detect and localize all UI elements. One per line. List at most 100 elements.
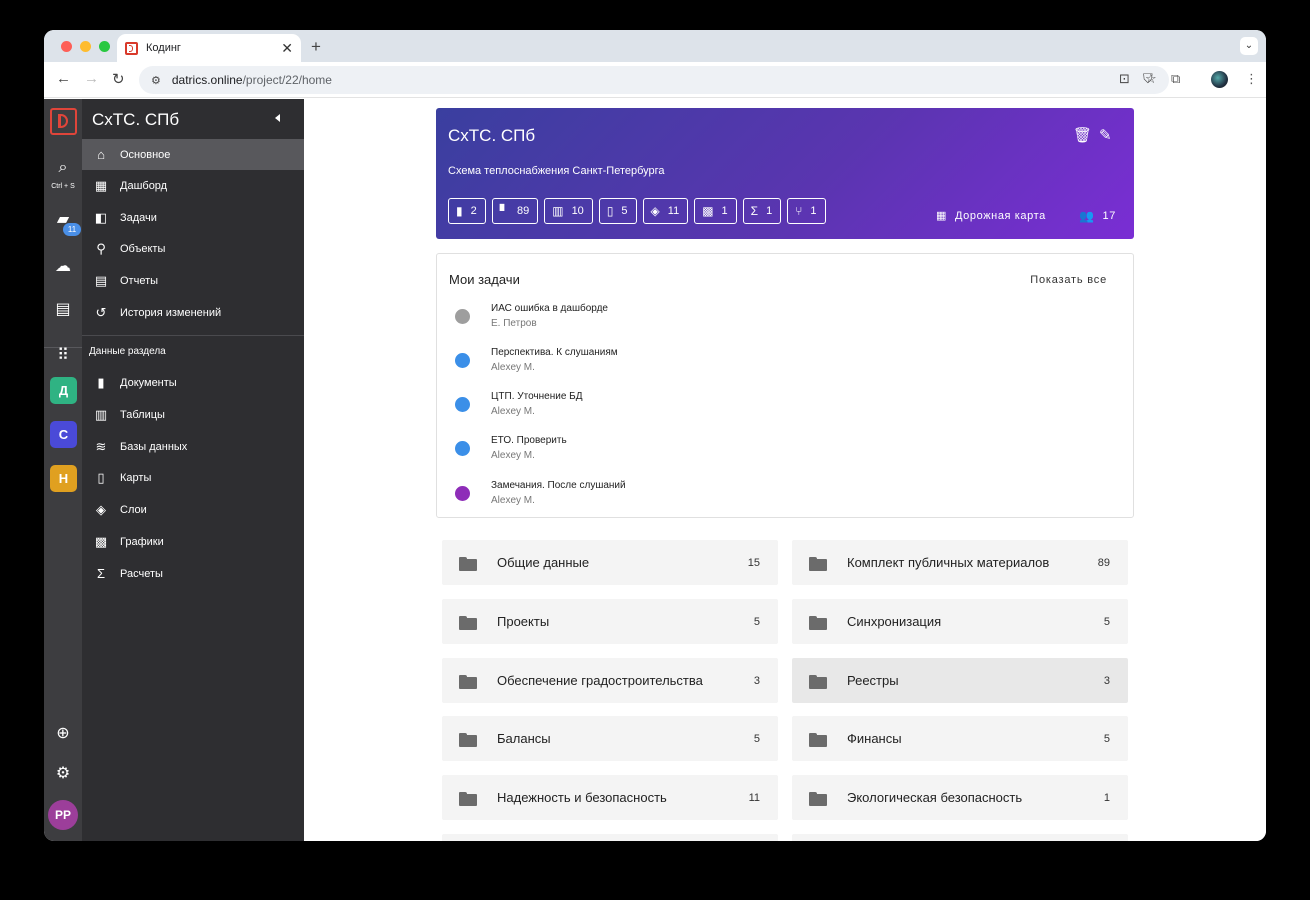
site-settings-icon[interactable]: ⚙ — [151, 74, 161, 87]
folder-card[interactable]: Реестры 3 — [792, 658, 1128, 703]
globe-icon[interactable]: ⊕ — [44, 723, 82, 743]
folder-name: Обеспечение градостроительства — [497, 673, 703, 688]
chip-count: 11 — [667, 205, 680, 217]
browser-menu-icon[interactable]: ⋮ — [1245, 71, 1258, 87]
edit-icon[interactable]: ✎ — [1099, 126, 1112, 144]
folder-card-partial[interactable] — [442, 834, 778, 841]
folder-card[interactable]: Общие данные 15 — [442, 540, 778, 585]
settings-gear-icon[interactable]: ⚙ — [44, 763, 82, 783]
maximize-window-button[interactable] — [99, 41, 110, 52]
workflows-chip[interactable]: ⑂ 1 — [787, 198, 826, 224]
folder-icon — [809, 556, 827, 571]
browser-toolbar: ← → ↻ ⚙ datrics.online/project/22/home ⊡… — [44, 62, 1266, 98]
folder-card-partial[interactable] — [792, 834, 1128, 841]
sidebar-item-documents[interactable]: ▮ Документы — [82, 367, 304, 398]
delete-icon[interactable]: 🗑 — [1073, 126, 1092, 144]
folder-card[interactable]: Экологическая безопасность 1 — [792, 775, 1128, 820]
sidebar-item-tables[interactable]: ▥ Таблицы — [82, 399, 304, 430]
apps-grid-icon[interactable]: ⠿ — [44, 345, 82, 365]
shield-extension-icon[interactable]: ⛉ — [1143, 71, 1153, 87]
main-content: СхТС. СПб 🗑 ✎ Схема теплоснабжения Санкт… — [304, 99, 1266, 841]
task-assignee: Alexey M. — [491, 406, 535, 417]
task-item[interactable]: Замечания. После слушаний Alexey M. — [437, 480, 1133, 520]
folder-card[interactable]: Синхронизация 5 — [792, 599, 1128, 644]
extensions-icon[interactable]: ⧉ — [1171, 71, 1180, 87]
new-tab-button[interactable]: + — [311, 37, 321, 57]
folder-name: Проекты — [497, 614, 550, 629]
datrics-logo[interactable] — [50, 108, 77, 135]
task-item[interactable]: ЕТО. Проверить Alexey M. — [437, 435, 1133, 475]
sidebar-item-main[interactable]: ⌂ Основное — [82, 139, 304, 170]
sidebar-item-databases[interactable]: ≋ Базы данных — [82, 431, 304, 462]
close-window-button[interactable] — [61, 41, 72, 52]
roadmap-link[interactable]: ▦ Дорожная карта — [936, 209, 1046, 223]
sidebar-item-tasks[interactable]: ◧ Задачи — [82, 202, 304, 233]
project-sidebar: СхТС. СПб ⌂ Основное ▦ Дашборд ◧ Задачи … — [82, 99, 304, 841]
sidebar-item-history[interactable]: ↺ История изменений — [82, 297, 304, 328]
project-description: Схема теплоснабжения Санкт-Петербурга — [448, 165, 665, 177]
forward-icon[interactable]: → — [84, 70, 99, 87]
folder-card[interactable]: Надежность и безопасность 11 — [442, 775, 778, 820]
profile-avatar[interactable] — [1211, 71, 1228, 88]
user-avatar[interactable]: PP — [48, 800, 78, 830]
fork-icon: ⑂ — [795, 204, 803, 218]
back-icon[interactable]: ← — [56, 70, 71, 87]
minimize-window-button[interactable] — [80, 41, 91, 52]
sidebar-item-label: Таблицы — [120, 408, 165, 421]
sidebar-item-label: Слои — [120, 503, 147, 516]
close-tab-icon[interactable]: ✕ — [281, 40, 293, 57]
task-item[interactable]: Перспектива. К слушаниям Alexey M. — [437, 347, 1133, 387]
folder-card[interactable]: Проекты 5 — [442, 599, 778, 644]
task-item[interactable]: ИАС ошибка в дашборде Е. Петров — [437, 303, 1133, 343]
project-title: СхТС. СПб — [92, 110, 180, 129]
chip-count: 5 — [621, 205, 628, 217]
my-tasks-card: Мои задачи Показать все ИАС ошибка в даш… — [436, 253, 1134, 518]
sidebar-item-label: Основное — [120, 148, 171, 161]
sidebar-item-objects[interactable]: ⚲ Объекты — [82, 233, 304, 264]
sidebar-item-dashboard[interactable]: ▦ Дашборд — [82, 170, 304, 201]
maps-chip[interactable]: ▯ 5 — [598, 198, 637, 224]
charts-chip[interactable]: ▩ 1 — [694, 198, 737, 224]
tab-search-button[interactable]: ⌄ — [1240, 37, 1258, 55]
reload-icon[interactable]: ↻ — [112, 70, 125, 88]
task-item[interactable]: ЦТП. Уточнение БД Alexey M. — [437, 391, 1133, 431]
app-rail: ⌕ Ctrl + S ▰ 11 ☁ ▤ ⠿ Д С Н ⊕ ⚙ PP — [44, 99, 82, 841]
sidebar-item-label: Дашборд — [120, 179, 168, 192]
layers-icon: ◈ — [96, 501, 106, 517]
sidebar-item-label: Расчеты — [120, 567, 163, 580]
calculations-chip[interactable]: Σ1 — [742, 198, 782, 224]
folder-card[interactable]: Комплект публичных материалов 89 — [792, 540, 1128, 585]
project-avatar-s[interactable]: С — [50, 421, 77, 448]
search-icon[interactable]: ⌕ — [44, 159, 82, 177]
browser-tab[interactable]: Кодинг ✕ — [117, 34, 301, 62]
folder-name: Реестры — [847, 673, 899, 688]
sidebar-item-calculations[interactable]: Σ Расчеты — [82, 558, 304, 589]
database-icon: ≋ — [95, 438, 107, 454]
documents-chip[interactable]: ▮ 2 — [448, 198, 486, 224]
members-link[interactable]: 👥 17 — [1079, 209, 1116, 223]
folder-card[interactable]: Финансы 5 — [792, 716, 1128, 761]
sidebar-item-layers[interactable]: ◈ Слои — [82, 494, 304, 525]
layers-icon: ◈ — [650, 204, 660, 218]
report-icon: ▤ — [94, 272, 108, 288]
sidebar-item-maps[interactable]: ▯ Карты — [82, 462, 304, 493]
tables-chip[interactable]: ▥ 10 — [544, 198, 593, 224]
folder-icon — [809, 732, 827, 747]
sidebar-item-reports[interactable]: ▤ Отчеты — [82, 265, 304, 296]
sidebar-item-label: Задачи — [120, 211, 157, 224]
show-all-button[interactable]: Показать все — [1030, 274, 1107, 286]
collapse-sidebar-icon[interactable] — [275, 114, 280, 122]
folder-card[interactable]: Балансы 5 — [442, 716, 778, 761]
project-avatar-d[interactable]: Д — [50, 377, 77, 404]
folder-count: 15 — [747, 556, 760, 569]
address-bar[interactable]: ⚙ datrics.online/project/22/home ⊡ ☆ — [139, 66, 1169, 94]
layers-chip[interactable]: ◈ 11 — [642, 198, 689, 224]
task-status-dot — [455, 397, 470, 412]
project-avatar-n[interactable]: Н — [50, 465, 77, 492]
clipboard-icon[interactable]: ▤ — [44, 299, 82, 319]
sidebar-item-charts[interactable]: ▩ Графики — [82, 526, 304, 557]
cloud-icon[interactable]: ☁ — [44, 256, 82, 276]
install-app-icon[interactable]: ⊡ — [1119, 71, 1130, 87]
books-chip[interactable]: ▘ 89 — [491, 198, 539, 224]
folder-card[interactable]: Обеспечение градостроительства 3 — [442, 658, 778, 703]
